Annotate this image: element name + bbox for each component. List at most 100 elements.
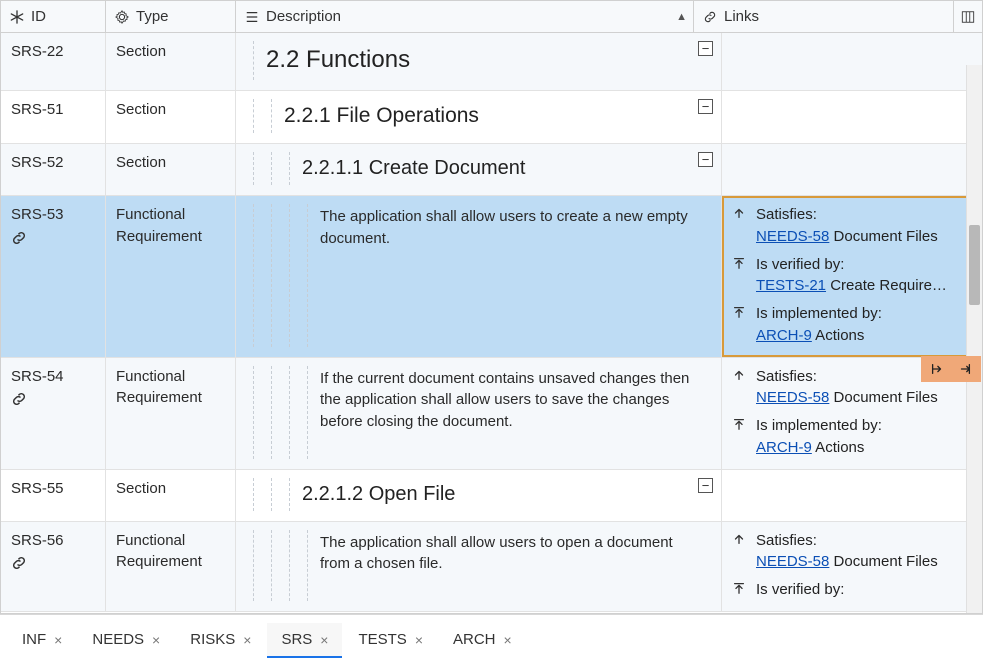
link-ref-anchor[interactable]: NEEDS-58: [756, 553, 829, 570]
close-icon[interactable]: ×: [504, 632, 512, 648]
collapse-toggle[interactable]: −: [698, 41, 713, 56]
link-ref-title: Actions: [812, 327, 865, 344]
close-icon[interactable]: ×: [243, 632, 251, 648]
scroll-thumb[interactable]: [969, 225, 980, 305]
cell-links[interactable]: Satisfies:NEEDS-58 Document FilesIs veri…: [722, 196, 982, 357]
id-text: SRS-51: [11, 99, 95, 121]
table-row[interactable]: SRS-55Section2.2.1.2 Open File−: [1, 470, 982, 522]
link-reference: ARCH-9 Actions: [756, 437, 972, 459]
tab-risks[interactable]: RISKS ×: [176, 623, 265, 658]
column-config-button[interactable]: [954, 1, 982, 32]
cell-type: Section: [106, 91, 236, 143]
tab-srs[interactable]: SRS×: [267, 623, 342, 658]
link-item: Is verified by:: [732, 579, 972, 601]
cell-description[interactable]: 2.2.1 File Operations−: [236, 91, 722, 143]
table-header: ID Type Description ▲ Links: [1, 1, 982, 33]
id-text: SRS-22: [11, 41, 95, 63]
indent-guides: [236, 152, 290, 185]
requirement-text: The application shall allow users to ope…: [308, 530, 711, 578]
sort-asc-icon: ▲: [676, 11, 687, 23]
collapse-toggle[interactable]: −: [698, 99, 713, 114]
tab-arch[interactable]: ARCH ×: [439, 623, 526, 658]
link-reference: TESTS-21 Create Require…: [756, 275, 972, 297]
arrow-up-bar-icon: [732, 579, 748, 595]
link-icon: [11, 391, 95, 407]
link-ref-anchor[interactable]: ARCH-9: [756, 439, 812, 456]
cell-links[interactable]: [722, 144, 982, 195]
link-relation-label: Satisfies:: [756, 204, 972, 226]
cell-id: SRS-54: [1, 358, 106, 469]
asterisk-icon: [9, 9, 25, 25]
table-row[interactable]: SRS-22 Section2.2 Functions−: [1, 33, 982, 91]
tab-label: NEEDS: [92, 631, 144, 648]
col-header-type[interactable]: Type: [106, 1, 236, 32]
collapse-toggle[interactable]: −: [698, 478, 713, 493]
nav-start-button[interactable]: [926, 359, 948, 379]
cell-links[interactable]: Satisfies:NEEDS-58 Document FilesIs impl…: [722, 358, 982, 469]
close-icon[interactable]: ×: [415, 632, 423, 648]
link-item: Satisfies:NEEDS-58 Document Files: [732, 530, 972, 574]
cell-type: Section: [106, 33, 236, 90]
table-row[interactable]: SRS-51 Section2.2.1 File Operations−: [1, 91, 982, 144]
cell-links[interactable]: Satisfies:NEEDS-58 Document Files Is veri…: [722, 522, 982, 611]
cell-type: Section: [106, 144, 236, 195]
tab-label: ARCH: [453, 631, 496, 648]
cell-description[interactable]: 2.2 Functions−: [236, 33, 722, 90]
link-ref-anchor[interactable]: ARCH-9: [756, 327, 812, 344]
tab-label: RISKS: [190, 631, 235, 648]
close-icon[interactable]: ×: [320, 632, 328, 648]
link-relation-label: Satisfies:: [756, 530, 972, 552]
indent-guides: [236, 478, 290, 511]
close-icon[interactable]: ×: [54, 632, 62, 648]
nav-end-button[interactable]: [954, 359, 976, 379]
table-body: SRS-22Section2.2 Functions−SRS-51Section…: [1, 33, 982, 613]
requirement-text: The application shall allow users to cre…: [308, 204, 711, 252]
cell-id: SRS-52: [1, 144, 106, 195]
link-ref-anchor[interactable]: TESTS-21: [756, 277, 826, 294]
link-ref-title: Document Files: [829, 553, 937, 570]
cell-description[interactable]: 2.2.1.2 Open File−: [236, 470, 722, 521]
link-nav-overlay: [921, 356, 981, 382]
collapse-toggle[interactable]: −: [698, 152, 713, 167]
link-ref-title: Create Require…: [826, 277, 947, 294]
link-ref-title: Actions: [812, 439, 865, 456]
col-header-type-label: Type: [136, 8, 169, 25]
cell-description[interactable]: The application shall allow users to ope…: [236, 522, 722, 611]
cell-id: SRS-55: [1, 470, 106, 521]
cell-links[interactable]: [722, 91, 982, 143]
link-icon: [11, 555, 95, 571]
id-text: SRS-56: [11, 530, 95, 552]
link-ref-anchor[interactable]: NEEDS-58: [756, 389, 829, 406]
vertical-scrollbar[interactable]: [966, 65, 982, 613]
col-header-description-label: Description: [266, 8, 341, 25]
id-text: SRS-54: [11, 366, 95, 388]
link-item: Is implemented by:ARCH-9 Actions: [732, 415, 972, 459]
close-icon[interactable]: ×: [152, 632, 160, 648]
indent-guides: [236, 530, 308, 601]
cell-type: Section: [106, 470, 236, 521]
table-row[interactable]: SRS-53Functional RequirementThe applicat…: [1, 196, 982, 358]
tab-needs[interactable]: NEEDS ×: [78, 623, 174, 658]
cell-type: Functional Requirement: [106, 196, 236, 357]
cell-description[interactable]: The application shall allow users to cre…: [236, 196, 722, 357]
cell-description[interactable]: If the current document contains unsaved…: [236, 358, 722, 469]
link-ref-anchor[interactable]: NEEDS-58: [756, 228, 829, 245]
arrow-up-bar-icon: [732, 254, 748, 270]
link-icon: [702, 9, 718, 25]
tab-inf[interactable]: INF×: [8, 623, 76, 658]
link-item: Is implemented by:ARCH-9 Actions: [732, 303, 972, 347]
link-item: Satisfies:NEEDS-58 Document Files: [732, 204, 972, 248]
indent-guides: [236, 99, 272, 133]
link-relation-label: Is implemented by:: [756, 415, 972, 437]
table-row[interactable]: SRS-52Section2.2.1.1 Create Document−: [1, 144, 982, 196]
col-header-description[interactable]: Description ▲: [236, 1, 694, 32]
cell-links[interactable]: [722, 470, 982, 521]
cell-links[interactable]: [722, 33, 982, 90]
tab-tests[interactable]: TESTS×: [344, 623, 437, 658]
indent-guides: [236, 41, 254, 80]
col-header-links[interactable]: Links: [694, 1, 954, 32]
cell-description[interactable]: 2.2.1.1 Create Document−: [236, 144, 722, 195]
table-row[interactable]: SRS-54Functional RequirementIf the curre…: [1, 358, 982, 470]
table-row[interactable]: SRS-56Functional RequirementThe applicat…: [1, 522, 982, 612]
col-header-id[interactable]: ID: [1, 1, 106, 32]
